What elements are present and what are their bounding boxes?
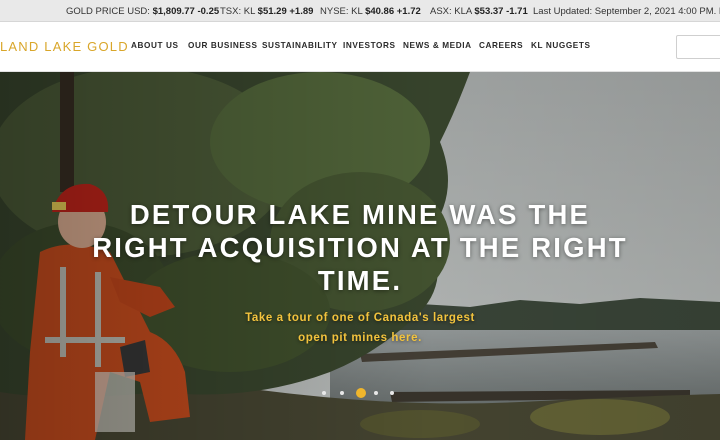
nav-careers[interactable]: CAREERS <box>479 41 523 50</box>
carousel-dot-2[interactable] <box>340 391 344 395</box>
hero-tour-link[interactable]: Take a tour of one of Canada's largest o… <box>200 308 520 348</box>
ticker-nyse: NYSE: KL $40.86 +1.72 <box>320 6 421 17</box>
ticker-asx-label: ASX: KLA <box>430 6 472 17</box>
company-logo[interactable]: LAND LAKE GOLD <box>0 39 129 54</box>
stock-ticker-bar: GOLD PRICE USD: $1,809.77 -0.25 TSX: KL … <box>0 0 720 22</box>
nav-sustainability[interactable]: SUSTAINABILITY <box>262 41 338 50</box>
hero-subline-line-1: Take a tour of one of Canada's largest <box>245 312 475 324</box>
ticker-tsx: TSX: KL $51.29 +1.89 <box>220 6 313 17</box>
nav-investors[interactable]: INVESTORS <box>343 41 396 50</box>
ticker-tsx-label: TSX: KL <box>220 6 256 17</box>
hero-banner: DETOUR LAKE MINE WAS THE RIGHT ACQUISITI… <box>0 72 720 440</box>
ticker-asx: ASX: KLA $53.37 -1.71 <box>430 6 528 17</box>
site-header: LAND LAKE GOLD ABOUT US OUR BUSINESS SUS… <box>0 22 720 72</box>
carousel-dot-4[interactable] <box>374 391 378 395</box>
ticker-nyse-value: $40.86 +1.72 <box>365 6 421 17</box>
hero-headline-line-3: TIME. <box>317 265 403 296</box>
carousel-dot-5[interactable] <box>390 391 394 395</box>
ticker-gold-label: GOLD PRICE USD: <box>66 6 150 17</box>
carousel-dot-1[interactable] <box>322 391 326 395</box>
nav-kl-nuggets[interactable]: KL NUGGETS <box>531 41 591 50</box>
ticker-nyse-label: NYSE: KL <box>320 6 363 17</box>
hero-headline: DETOUR LAKE MINE WAS THE RIGHT ACQUISITI… <box>40 198 680 297</box>
hero-headline-line-2: RIGHT ACQUISITION AT THE RIGHT <box>92 232 628 263</box>
ticker-gold-value: $1,809.77 -0.25 <box>152 6 220 17</box>
ticker-gold-price: GOLD PRICE USD: $1,809.77 -0.25 <box>66 6 219 17</box>
nav-our-business[interactable]: OUR BUSINESS <box>188 41 258 50</box>
hero-subline-line-2: open pit mines here. <box>298 332 422 344</box>
ticker-asx-value: $53.37 -1.71 <box>474 6 528 17</box>
nav-news-media[interactable]: NEWS & MEDIA <box>403 41 472 50</box>
ticker-last-updated: Last Updated: September 2, 2021 4:00 PM.… <box>533 6 720 17</box>
search-input[interactable] <box>676 35 720 59</box>
nav-about-us[interactable]: ABOUT US <box>131 41 179 50</box>
ticker-tsx-value: $51.29 +1.89 <box>257 6 314 17</box>
carousel-dot-3[interactable] <box>356 388 366 398</box>
hero-headline-line-1: DETOUR LAKE MINE WAS THE <box>129 199 591 230</box>
